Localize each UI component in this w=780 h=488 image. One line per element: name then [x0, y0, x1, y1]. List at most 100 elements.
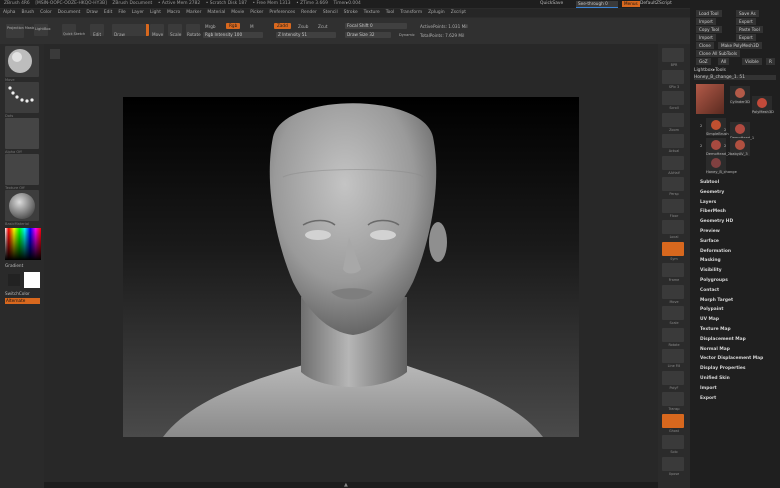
tool-menu-subtool[interactable]: Subtool — [700, 180, 719, 185]
tool-menu-geometry-hd[interactable]: Geometry HD — [700, 219, 733, 224]
export-button-top[interactable]: Export — [736, 18, 756, 25]
menu-texture[interactable]: Texture — [364, 9, 380, 17]
projection-master-button[interactable]: Projection Master — [6, 24, 36, 38]
secondary-color-swatch[interactable] — [8, 274, 20, 286]
all-button[interactable]: All — [718, 58, 730, 65]
tool-menu-import[interactable]: Import — [700, 386, 717, 391]
tool-menu-uv-map[interactable]: UV Map — [700, 317, 719, 322]
tool-menu-export[interactable]: Export — [700, 396, 716, 401]
load-tool-button[interactable]: Load Tool — [696, 10, 722, 17]
tool-menu-display-properties[interactable]: Display Properties — [700, 366, 746, 371]
draw-button[interactable]: Draw — [112, 24, 149, 37]
r-button[interactable]: R — [766, 58, 775, 65]
shelf-scroll-button[interactable] — [662, 91, 684, 105]
import-button-top[interactable]: Import — [696, 18, 716, 25]
quicksave-button[interactable]: QuickSave — [540, 0, 563, 8]
menu-light[interactable]: Light — [150, 9, 161, 17]
texture-selector[interactable] — [5, 154, 39, 185]
menu-draw[interactable]: Draw — [86, 9, 97, 17]
visible-button[interactable]: Visible — [742, 58, 762, 65]
menu-stroke[interactable]: Stroke — [344, 9, 358, 17]
clone-all-subtools-button[interactable]: Clone All SubTools — [696, 50, 741, 57]
tool-menu-preview[interactable]: Preview — [700, 229, 720, 234]
copy-tool-button[interactable]: Copy Tool — [696, 26, 723, 33]
default-zscript-button[interactable]: DefaultZScript — [640, 0, 672, 8]
menu-preferences[interactable]: Preferences — [269, 9, 295, 17]
shelf-solo-button[interactable] — [662, 435, 684, 449]
tool-menu-vector-displacement-map[interactable]: Vector Displacement Map — [700, 356, 763, 361]
shelf-line-fill-button[interactable] — [662, 349, 684, 363]
paste-tool-button[interactable]: Paste Tool — [736, 26, 763, 33]
tool-menu-polygroups[interactable]: Polygroups — [700, 278, 728, 283]
shelf-xpose-button[interactable] — [662, 456, 684, 471]
menu-edit[interactable]: Edit — [104, 9, 113, 17]
menu-picker[interactable]: Picker — [250, 9, 263, 17]
menu-material[interactable]: Material — [207, 9, 225, 17]
draw-size-slider[interactable]: Draw Size 32 — [345, 32, 391, 38]
tool-menu-texture-map[interactable]: Texture Map — [700, 327, 731, 332]
z-intensity-slider[interactable]: Z Intensity 51 — [276, 32, 336, 38]
gradient-toggle[interactable]: Gradient — [5, 263, 23, 268]
menu-layer[interactable]: Layer — [132, 9, 144, 17]
tool-menu-polypaint[interactable]: Polypaint — [700, 307, 723, 312]
current-tool-slider[interactable]: Honey_B_change_1. 51 — [694, 75, 776, 80]
menus-button[interactable]: Menus — [622, 1, 640, 7]
scale-button[interactable]: Scale — [168, 24, 182, 37]
tool-menu-masking[interactable]: Masking — [700, 258, 721, 263]
brush-selector[interactable] — [5, 46, 39, 77]
menu-transform[interactable]: Transform — [400, 9, 422, 17]
rgb-toggle[interactable]: Rgb — [226, 23, 241, 29]
tool-menu-surface[interactable]: Surface — [700, 239, 719, 244]
mrgb-toggle[interactable]: Mrgb — [205, 24, 216, 29]
document-viewport[interactable] — [123, 97, 579, 437]
rotate-button[interactable]: Rotate — [186, 24, 201, 37]
shelf-persp-button[interactable] — [662, 177, 684, 191]
tool-menu-visibility[interactable]: Visibility — [700, 268, 722, 273]
stroke-selector[interactable] — [5, 82, 39, 113]
tool-menu-morph-target[interactable]: Morph Target — [700, 298, 733, 303]
shelf-floor-button[interactable] — [662, 198, 684, 213]
current-tool-thumbnail[interactable] — [696, 84, 724, 114]
menu-alpha[interactable]: Alpha — [3, 9, 15, 17]
menu-brush[interactable]: Brush — [21, 9, 34, 17]
shelf-frame-button[interactable] — [662, 263, 684, 277]
shelf-spix-3-button[interactable] — [662, 69, 684, 84]
shelf-local-button[interactable] — [662, 220, 684, 234]
lightbox-button[interactable]: LightBox — [34, 24, 51, 36]
collapse-arrow-icon[interactable]: ▲ — [344, 482, 348, 488]
export-button[interactable]: Export — [736, 34, 756, 41]
shelf-rotate-button[interactable] — [662, 327, 684, 342]
m-toggle[interactable]: M — [250, 24, 254, 29]
tool-menu-fibermesh[interactable]: FiberMesh — [700, 209, 726, 214]
zsub-toggle[interactable]: Zsub — [298, 24, 308, 29]
canvas-corner-widget[interactable] — [50, 49, 60, 59]
zcut-toggle[interactable]: Zcut — [318, 24, 327, 29]
shelf-polyf-button[interactable] — [662, 370, 684, 385]
shelf-bpr-button[interactable] — [662, 48, 684, 62]
menu-color[interactable]: Color — [40, 9, 51, 17]
tool-menu-contact[interactable]: Contact — [700, 288, 719, 293]
menu-stencil[interactable]: Stencil — [323, 9, 338, 17]
shelf-move-button[interactable] — [662, 284, 684, 299]
menu-tool[interactable]: Tool — [386, 9, 395, 17]
shelf-zoom-button[interactable] — [662, 112, 684, 127]
menu-zscript[interactable]: Zscript — [451, 9, 466, 17]
shelf-aahalf-button[interactable] — [662, 155, 684, 170]
shelf-actual-button[interactable] — [662, 134, 684, 148]
tool-menu-layers[interactable]: Layers — [700, 200, 716, 205]
menu-movie[interactable]: Movie — [231, 9, 244, 17]
rgb-intensity-slider[interactable]: Rgb Intensity 100 — [203, 32, 263, 38]
tool-menu-unified-skin[interactable]: Unified Skin — [700, 376, 730, 381]
see-through-slider[interactable]: See-through 0 — [576, 1, 618, 8]
menu-macro[interactable]: Macro — [167, 9, 180, 17]
tool-menu-geometry[interactable]: Geometry — [700, 190, 724, 195]
shelf-transp-button[interactable] — [662, 392, 684, 406]
menu-zplugin[interactable]: Zplugin — [428, 9, 445, 17]
save-as-button[interactable]: Save As — [736, 10, 759, 17]
zadd-toggle[interactable]: Zadd — [274, 23, 291, 29]
shelf-scale-button[interactable] — [662, 306, 684, 320]
switch-color-button[interactable]: SwitchColor — [5, 291, 30, 296]
main-color-swatch[interactable] — [24, 272, 40, 288]
clone-button[interactable]: Clone — [696, 42, 714, 49]
material-selector[interactable] — [5, 190, 39, 221]
